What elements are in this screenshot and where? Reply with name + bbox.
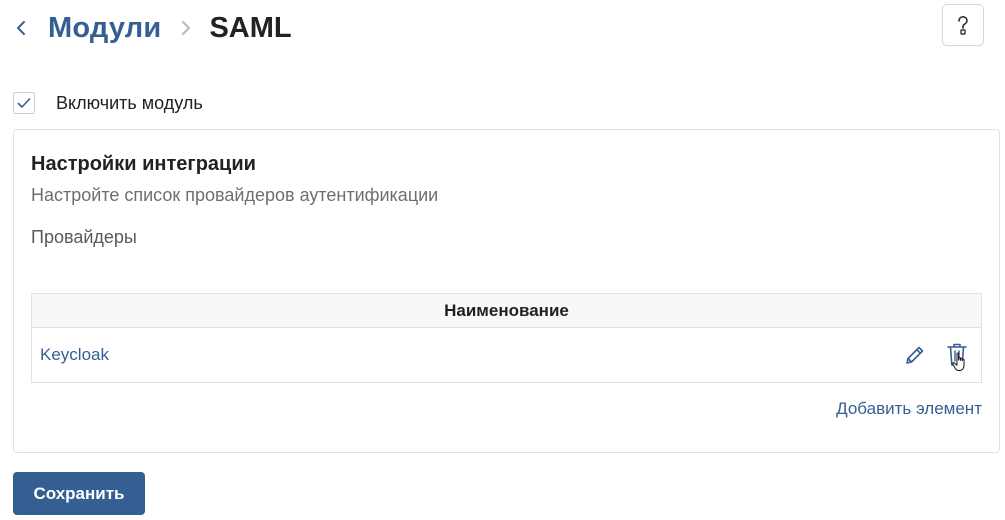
breadcrumb: Модули SAML xyxy=(12,6,292,50)
question-mark-icon xyxy=(958,15,968,35)
hand-cursor-icon xyxy=(952,352,965,371)
pencil-icon xyxy=(906,346,924,364)
saml-module-page: Модули SAML Включить модуль Настройки ин… xyxy=(0,0,1005,520)
integration-settings-title: Настройки интеграции xyxy=(31,153,256,175)
integration-settings-subtitle: Настройте список провайдеров аутентифика… xyxy=(31,185,439,205)
column-header-name: Наименование xyxy=(32,294,981,328)
enable-module-label: Включить модуль xyxy=(56,92,203,113)
add-item-link[interactable]: Добавить элемент xyxy=(836,399,982,419)
table-row: Keycloak xyxy=(32,328,981,382)
edit-button[interactable] xyxy=(901,340,929,370)
save-button[interactable]: Сохранить xyxy=(13,472,145,515)
providers-label: Провайдеры xyxy=(31,227,137,247)
delete-button[interactable] xyxy=(943,340,971,371)
row-actions xyxy=(901,340,971,371)
enable-module-row: Включить модуль xyxy=(13,92,203,114)
enable-module-checkbox[interactable] xyxy=(13,92,35,114)
back-button[interactable] xyxy=(12,13,30,43)
providers-table: Наименование Keycloak xyxy=(31,293,982,383)
provider-name-link[interactable]: Keycloak xyxy=(40,345,109,365)
checkmark-icon xyxy=(17,98,31,108)
breadcrumb-separator xyxy=(175,13,197,43)
chevron-left-icon xyxy=(17,21,25,35)
chevron-right-icon xyxy=(182,21,191,35)
integration-settings-card: Настройки интеграции Настройте список пр… xyxy=(13,129,1000,453)
help-button[interactable] xyxy=(942,4,984,46)
breadcrumb-modules-link[interactable]: Модули xyxy=(48,12,161,45)
page-title: SAML xyxy=(209,11,292,44)
